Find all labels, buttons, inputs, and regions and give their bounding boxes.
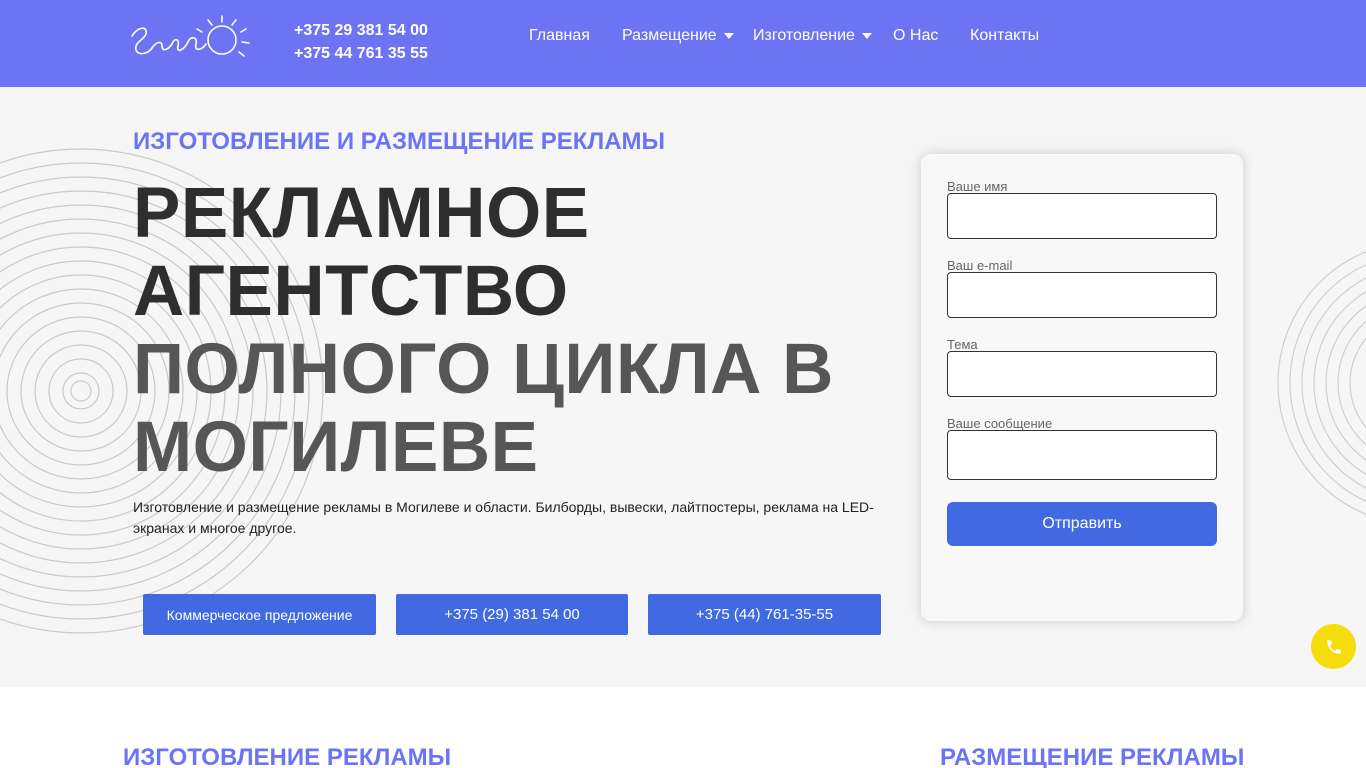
- call-phone-1-button-label: +375 (29) 381 54 00: [444, 606, 580, 623]
- name-field[interactable]: [947, 193, 1217, 239]
- subject-field[interactable]: [947, 351, 1217, 397]
- message-field-label: Ваше сообщение: [947, 416, 1053, 431]
- chevron-down-icon[interactable]: [861, 33, 872, 39]
- header-phone-2[interactable]: +375 44 761 35 55: [294, 42, 428, 65]
- chevron-down-icon[interactable]: [723, 33, 734, 39]
- subject-field-label: Тема: [947, 337, 978, 352]
- call-phone-1-button[interactable]: +375 (29) 381 54 00: [396, 594, 628, 635]
- commercial-offer-button-label: Коммерческое предложение: [166, 606, 353, 623]
- contact-form: Ваше имя Ваш e-mail Тема Ваше сообщение …: [921, 154, 1243, 621]
- submit-button-label: Отправить: [1042, 515, 1122, 532]
- page-title-line-3: ПОЛНОГО ЦИКЛА В: [133, 330, 834, 409]
- nav-item-label: Контакты: [970, 27, 1040, 44]
- header-phones: +375 29 381 54 00 +375 44 761 35 55: [294, 19, 428, 65]
- hero-kicker: ИЗГОТОВЛЕНИЕ И РАЗМЕЩЕНИЕ РЕКЛАМЫ: [133, 128, 666, 155]
- nav-item-contacts[interactable]: Контакты: [970, 27, 1039, 45]
- page-title-line-1: РЕКЛАМНОЕ: [133, 174, 590, 253]
- nav-item-home[interactable]: Главная: [529, 27, 590, 45]
- email-field-label: Ваш e-mail: [947, 258, 1013, 273]
- submit-button[interactable]: Отправить: [947, 502, 1217, 546]
- site-header: +375 29 381 54 00 +375 44 761 35 55 Глав…: [0, 0, 1366, 87]
- nav-item-label: Изготовление: [753, 27, 855, 44]
- commercial-offer-button[interactable]: Коммерческое предложение: [143, 594, 376, 635]
- call-phone-2-button-label: +375 (44) 761-35-55: [695, 606, 834, 623]
- site-logo[interactable]: [128, 10, 254, 66]
- email-field[interactable]: [947, 272, 1217, 318]
- nav-item-label: Размещение: [622, 27, 717, 44]
- floating-call-button[interactable]: [1311, 624, 1356, 669]
- message-field[interactable]: [947, 430, 1217, 480]
- nav-item-label: Главная: [529, 27, 590, 44]
- page-title: РЕКЛАМНОЕ АГЕНТСТВО ПОЛНОГО ЦИКЛА В МОГИ…: [133, 175, 834, 487]
- production-section-title: ИЗГОТОВЛЕНИЕ РЕКЛАМЫ: [123, 744, 452, 768]
- page-title-line-4: МОГИЛЕВЕ: [133, 408, 539, 487]
- name-field-label: Ваше имя: [947, 179, 1008, 194]
- page-title-line-2: АГЕНТСТВО: [133, 252, 569, 331]
- nav-item-production[interactable]: Изготовление: [753, 27, 872, 45]
- header-phone-1[interactable]: +375 29 381 54 00: [294, 19, 428, 42]
- call-phone-2-button[interactable]: +375 (44) 761-35-55: [648, 594, 881, 635]
- phone-icon: [1326, 639, 1341, 654]
- nav-item-about[interactable]: О Нас: [893, 27, 938, 45]
- hero-description: Изготовление и размещение рекламы в Моги…: [133, 499, 874, 536]
- placement-section-title: РАЗМЕЩЕНИЕ РЕКЛАМЫ: [940, 744, 1245, 768]
- nav-item-placement[interactable]: Размещение: [622, 27, 734, 45]
- hero-section: ИЗГОТОВЛЕНИЕ И РАЗМЕЩЕНИЕ РЕКЛАМЫ РЕКЛАМ…: [0, 87, 1366, 687]
- nav-item-label: О Нас: [893, 27, 939, 44]
- rings-right: [1277, 251, 1366, 515]
